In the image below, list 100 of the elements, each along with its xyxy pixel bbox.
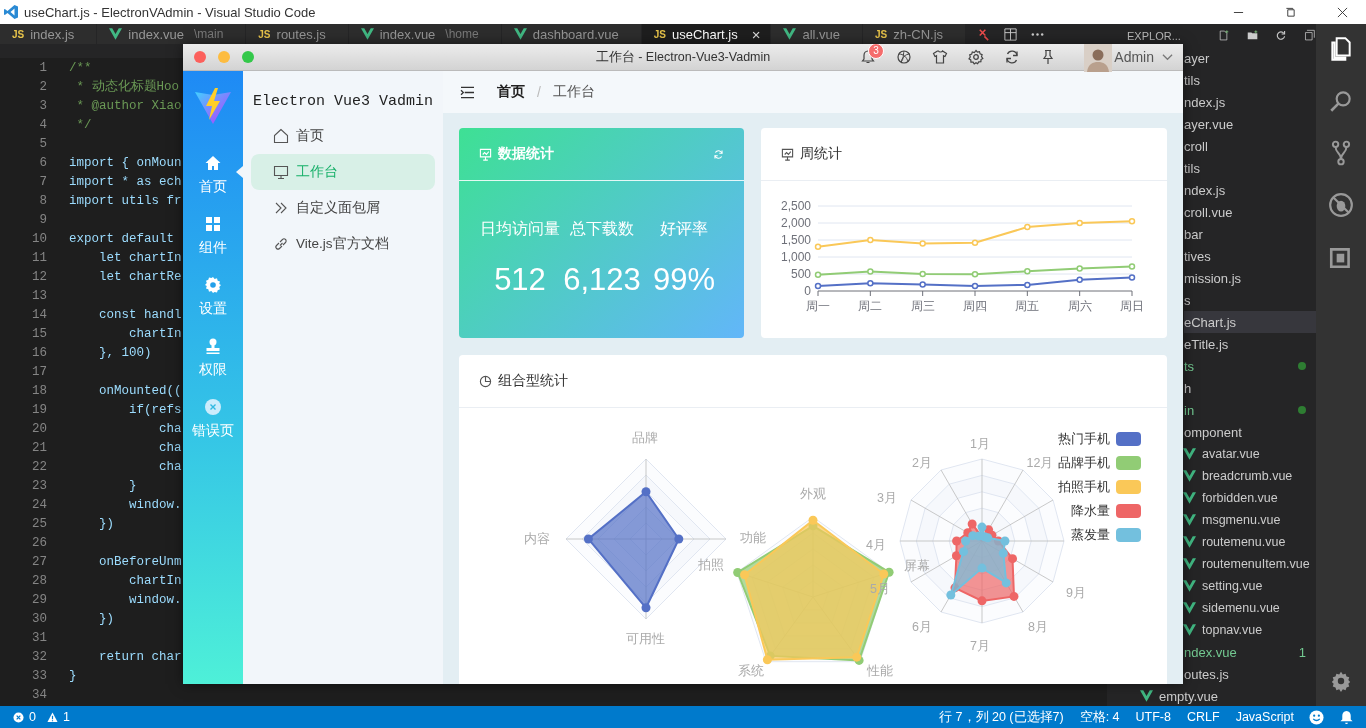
line-number: 13 [31, 288, 47, 303]
app-brand: Electron Vue3 Vadmin [252, 92, 435, 112]
axis-label: 外观 [800, 487, 826, 501]
y-tick-label: 2,500 [780, 199, 811, 213]
stat-label: 日均访问量 [479, 219, 561, 239]
axis-label: 4月 [866, 538, 886, 552]
line-number: 23 [31, 478, 47, 493]
axis-label: 12月 [1026, 456, 1054, 470]
line-number: 15 [31, 326, 47, 341]
tab-label: zh-CN.js [893, 26, 944, 42]
axis-label: 2月 [912, 456, 932, 470]
line-number: 29 [31, 592, 47, 607]
axis-label: 内容 [524, 532, 550, 546]
line-number: 19 [31, 402, 47, 417]
stat-label: 总下载数 [569, 219, 635, 239]
code-line: onBeforeUnm [98, 554, 182, 569]
file-name: ayer.vue [1184, 116, 1234, 132]
line-number: 32 [31, 649, 47, 664]
x-tick-label: 周五 [1015, 299, 1040, 313]
axis-label: 3月 [877, 491, 897, 505]
tab-label: index.vue [128, 26, 184, 42]
file-name: tives [1184, 248, 1211, 264]
x-tick-label: 周六 [1067, 299, 1092, 313]
code-comment: * 动态化标题Hoo [75, 78, 179, 95]
code-line: }) [98, 516, 114, 531]
file-name: ayer [1184, 50, 1210, 66]
line-number: 31 [31, 630, 47, 645]
stat-label: 好评率 [659, 219, 709, 239]
code-line: cha [158, 459, 182, 474]
code-line: let chartRe [98, 269, 182, 284]
notification-badge: 3 [868, 44, 884, 59]
file-name: mission.js [1184, 270, 1242, 286]
file-name: h [1184, 380, 1192, 396]
y-tick-label: 0 [804, 284, 811, 298]
code-comment: * @author Xiao [75, 98, 182, 113]
legend-label: 降水量 [1071, 502, 1110, 520]
line-number: 5 [38, 136, 47, 151]
code-line: }, 100) [98, 345, 152, 360]
code-comment: */ [75, 117, 92, 132]
code-line: cha [158, 421, 182, 436]
file-name: ndex.js [1184, 182, 1226, 198]
file-name: routemenu.vue [1202, 535, 1286, 549]
code-line: } [128, 478, 137, 493]
axis-label: 9月 [1066, 586, 1086, 600]
axis-label: 系统 [738, 664, 764, 678]
code-line: import * as ech [69, 174, 182, 189]
line-number: 7 [38, 174, 47, 189]
tab-label: index.js [30, 26, 75, 42]
file-name: routemenuItem.vue [1202, 557, 1310, 571]
y-tick-label: 1,500 [780, 233, 811, 247]
x-tick-label: 周三 [910, 299, 935, 313]
code-line: chartIn [128, 326, 182, 341]
file-name: outes.js [1184, 666, 1229, 682]
js-file-icon: JS [653, 26, 666, 42]
y-tick-label: 1,000 [780, 250, 811, 264]
file-name: in [1184, 402, 1195, 418]
line-number: 10 [31, 231, 47, 246]
axis-label: 功能 [740, 531, 766, 545]
code-line: return char [98, 649, 182, 664]
problem-count: 1 [1298, 644, 1306, 660]
line-number: 26 [31, 535, 47, 550]
js-file-icon: JS [875, 26, 888, 42]
breadcrumb-separator: / [537, 84, 541, 100]
x-tick-label: 周四 [963, 299, 987, 313]
y-tick-label: 2,000 [780, 216, 811, 230]
line-number: 9 [38, 212, 47, 227]
file-name: breadcrumb.vue [1202, 469, 1293, 483]
x-tick-label: 周一 [806, 299, 830, 313]
tab-path: \main [193, 26, 224, 42]
axis-label: 8月 [1028, 620, 1048, 634]
file-name: croll.vue [1184, 204, 1233, 220]
js-file-icon: JS [12, 26, 25, 42]
file-name: sidemenu.vue [1202, 601, 1280, 615]
legend-label: 蒸发量 [1071, 526, 1110, 544]
window-title: 工作台 - Electron-Vue3-Vadmin [595, 48, 771, 66]
legend-label: 热门手机 [1058, 430, 1110, 448]
x-tick-label: 周二 [858, 299, 883, 313]
code-line: cha [158, 440, 182, 455]
tab-label: index.vue [379, 26, 436, 42]
line-number: 1 [38, 60, 47, 75]
line-number: 6 [38, 155, 47, 170]
line-number: 3 [38, 98, 47, 113]
card-title: 周统计 [800, 145, 842, 163]
code-line: }) [98, 611, 114, 626]
line-number: 34 [31, 687, 47, 702]
line-number: 30 [31, 611, 47, 626]
line-number: 21 [31, 440, 47, 455]
line-number: 14 [31, 307, 47, 322]
line-number: 22 [31, 459, 47, 474]
line-number: 2 [38, 79, 47, 94]
code-line: onMounted(( [98, 383, 182, 398]
file-name: bar [1184, 226, 1203, 242]
stat-value: 6,123 [562, 262, 642, 298]
file-name: setting.vue [1202, 579, 1263, 593]
code-line: window. [128, 497, 182, 512]
card-title: 数据统计 [498, 145, 554, 163]
axis-label: 屏幕 [904, 559, 930, 573]
y-tick-label: 500 [790, 267, 811, 281]
code-line: export default [69, 231, 176, 246]
code-line: window. [128, 592, 182, 607]
